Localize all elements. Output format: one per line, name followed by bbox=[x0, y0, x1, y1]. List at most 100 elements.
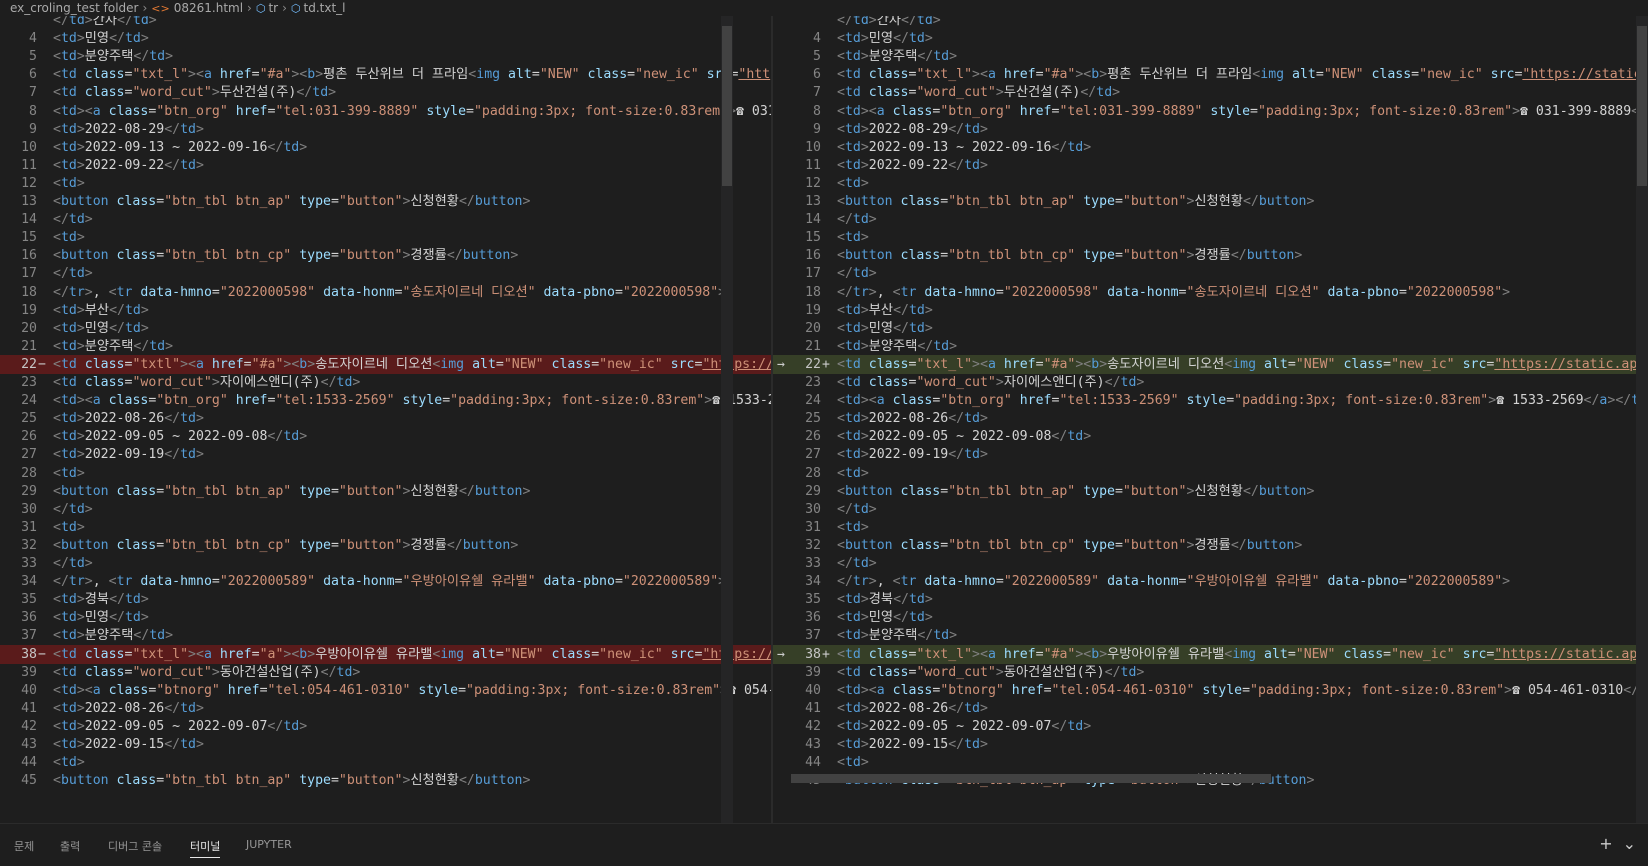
diff-original-editor[interactable]: </td>간자</td> 4 <td>민영</td> 5 <td>분양주택</td> 6 <… bbox=[0, 16, 771, 823]
chevron-down-icon[interactable]: ⌄ bbox=[1623, 834, 1636, 853]
tab-problems[interactable]: 문제 bbox=[14, 838, 34, 854]
code-line[interactable]: 39 <td class="word_cut">동아건설산업(주)</td> bbox=[773, 663, 1648, 682]
code-line[interactable]: </td>간자</td> bbox=[0, 16, 771, 30]
code-line[interactable]: 24 <td><a class="btn_org" href="tel:1533-… bbox=[773, 391, 1648, 410]
scrollbar-thumb[interactable] bbox=[1637, 26, 1647, 186]
tab-output[interactable]: 출력 bbox=[60, 838, 80, 854]
code-line[interactable]: 45<button class="btn_tbl btn_ap" type="b… bbox=[0, 771, 771, 790]
code-line[interactable]: 20 <td>민영</td> bbox=[0, 319, 771, 338]
vertical-scrollbar[interactable] bbox=[1636, 16, 1648, 823]
code-line-removed[interactable]: 38− <td class="txt_l"><a href="a"><b>우방아이… bbox=[0, 644, 771, 664]
code-line[interactable]: 10 <td>2022-09-13 ~ 2022-09-16</td> bbox=[773, 138, 1648, 157]
code-line[interactable]: 10 <td>2022-09-13 ~ 2022-09-16</td> bbox=[0, 138, 771, 157]
code-line[interactable]: 30 </td> bbox=[0, 500, 771, 519]
code-line[interactable]: 12 <td> bbox=[773, 174, 1648, 193]
code-line[interactable]: 25 <td>2022-08-26</td> bbox=[0, 409, 771, 428]
code-line[interactable]: 21 <td>분양주택</td> bbox=[773, 337, 1648, 356]
code-line[interactable]: 40 <td><a class="btnorg" href="tel:054-46… bbox=[0, 681, 771, 700]
code-line-removed[interactable]: 22− <td class="txtl"><a href="#a"><b>송도자이… bbox=[0, 354, 771, 374]
code-line[interactable]: 43 <td>2022-09-15</td> bbox=[0, 735, 771, 754]
code-line[interactable]: 28 <td> bbox=[0, 464, 771, 483]
code-line[interactable]: 14 </td> bbox=[773, 210, 1648, 229]
code-line[interactable]: 11 <td>2022-09-22</td> bbox=[773, 156, 1648, 175]
code-line[interactable]: 23 <td class="word_cut">자이에스앤디(주)</td> bbox=[0, 373, 771, 392]
code-line[interactable]: 21 <td>분양주택</td> bbox=[0, 337, 771, 356]
code-line[interactable]: 8 <td><a class="btn_org" href="tel:031-39… bbox=[0, 102, 771, 121]
code-line[interactable]: 6 <td class="txt_l"><a href="#a"><b>평촌 두산… bbox=[0, 65, 771, 84]
code-line[interactable]: 18 </tr>, <tr data-hmno="2022000598" data… bbox=[773, 283, 1648, 302]
breadcrumb-file[interactable]: 08261.html bbox=[174, 0, 243, 16]
code-line[interactable]: 23 <td class="word_cut">자이에스앤디(주)</td> bbox=[773, 373, 1648, 392]
code-line[interactable]: 15 <td> bbox=[773, 228, 1648, 247]
breadcrumb-td[interactable]: td.txt_l bbox=[304, 0, 346, 16]
code-line[interactable]: 32 <button class="btn_tbl btn_cp" type="b… bbox=[0, 536, 771, 555]
breadcrumb-tr[interactable]: tr bbox=[268, 0, 278, 16]
code-line[interactable]: 44 <td> bbox=[773, 753, 1648, 772]
code-line-added[interactable]: → 38 + <td class="txt_l"><a href="#a"><b>우방… bbox=[773, 644, 1648, 664]
code-line[interactable]: 29 <button class="btn_tbl btn_ap" type="b… bbox=[0, 482, 771, 501]
code-line[interactable]: 39 <td class="word_cut">동아건설산업(주)</td> bbox=[0, 663, 771, 682]
code-line[interactable]: 18 </tr>, <tr data-hmno="2022000598" data… bbox=[0, 283, 771, 302]
code-line[interactable]: 9 <td>2022-08-29</td> bbox=[773, 120, 1648, 139]
code-line[interactable]: 27 <td>2022-09-19</td> bbox=[773, 445, 1648, 464]
code-line[interactable]: 16 <button class="btn_tbl btn_cp" type="b… bbox=[0, 246, 771, 265]
code-line[interactable]: 5 <td>분양주택</td> bbox=[0, 47, 771, 66]
horizontal-scrollbar[interactable] bbox=[791, 774, 1271, 783]
code-line[interactable]: 44 <td> bbox=[0, 753, 771, 772]
code-line[interactable]: 6 <td class="txt_l"><a href="#a"><b>평촌 두산… bbox=[773, 65, 1648, 84]
tab-jupyter[interactable]: JUPYTER bbox=[246, 838, 292, 851]
add-terminal-icon[interactable]: + bbox=[1599, 834, 1612, 853]
code-line[interactable]: 43 <td>2022-09-15</td> bbox=[773, 735, 1648, 754]
code-line[interactable]: 13 <button class="btn_tbl btn_ap" type="b… bbox=[773, 192, 1648, 211]
code-line[interactable]: 30 </td> bbox=[773, 500, 1648, 519]
breadcrumb-folder[interactable]: ex_croling_test folder bbox=[0, 0, 138, 16]
code-line[interactable]: 35 <td>경북</td> bbox=[0, 590, 771, 609]
code-line[interactable]: 26 <td>2022-09-05 ~ 2022-09-08</td> bbox=[0, 427, 771, 446]
code-line[interactable]: 42 <td>2022-09-05 ~ 2022-09-07</td> bbox=[0, 717, 771, 736]
code-line[interactable]: 29 <button class="btn_tbl btn_ap" type="b… bbox=[773, 482, 1648, 501]
code-line[interactable]: 8 <td><a class="btn_org" href="tel:031-39… bbox=[773, 102, 1648, 121]
code-line[interactable]: 37 <td>분양주택</td> bbox=[773, 626, 1648, 645]
tab-debug-console[interactable]: 디버그 콘솔 bbox=[108, 838, 162, 854]
code-line[interactable]: 4 <td>민영</td> bbox=[0, 29, 771, 48]
code-line[interactable]: 19 <td>부산</td> bbox=[0, 301, 771, 320]
vertical-scrollbar[interactable] bbox=[721, 16, 733, 823]
code-line[interactable]: 11 <td>2022-09-22</td> bbox=[0, 156, 771, 175]
code-line[interactable]: 33 </td> bbox=[773, 554, 1648, 573]
code-line[interactable]: 15 <td> bbox=[0, 228, 771, 247]
code-line[interactable]: 17 </td> bbox=[0, 264, 771, 283]
code-line[interactable]: 13 <button class="btn_tbl btn_ap" type="b… bbox=[0, 192, 771, 211]
scrollbar-thumb[interactable] bbox=[722, 26, 732, 186]
code-line[interactable]: 34 </tr>, <tr data-hmno="2022000589" data… bbox=[773, 572, 1648, 591]
code-line[interactable]: 17 </td> bbox=[773, 264, 1648, 283]
code-line-added[interactable]: → 22 + <td class="txt_l"><a href="#a"><b>송도… bbox=[773, 354, 1648, 374]
code-line[interactable]: 34 </tr>, <tr data-hmno="2022000589" data… bbox=[0, 572, 771, 591]
tab-terminal[interactable]: 터미널 bbox=[190, 838, 221, 858]
code-line[interactable]: 16 <button class="btn_tbl btn_cp" type="b… bbox=[773, 246, 1648, 265]
code-line[interactable]: 25 <td>2022-08-26</td> bbox=[773, 409, 1648, 428]
code-line[interactable]: 36 <td>민영</td> bbox=[0, 608, 771, 627]
code-line[interactable]: 33 </td> bbox=[0, 554, 771, 573]
code-line[interactable]: 19 <td>부산</td> bbox=[773, 301, 1648, 320]
code-line[interactable]: 9 <td>2022-08-29</td> bbox=[0, 120, 771, 139]
code-line[interactable]: 36 <td>민영</td> bbox=[773, 608, 1648, 627]
code-line[interactable]: 4 <td>민영</td> bbox=[773, 29, 1648, 48]
code-line[interactable]: 31 <td> bbox=[773, 518, 1648, 537]
code-line[interactable]: 24 <td><a class="btn_org" href="tel:1533-… bbox=[0, 391, 771, 410]
diff-modified-editor[interactable]: </td>간자</td> 4 <td>민영</td> 5 <td>분양주택</td> 6 <… bbox=[773, 16, 1648, 823]
code-line[interactable]: 7 <td class="word_cut">두산건설(주)</td> bbox=[773, 83, 1648, 102]
code-line[interactable]: 35 <td>경북</td> bbox=[773, 590, 1648, 609]
code-line[interactable]: 26 <td>2022-09-05 ~ 2022-09-08</td> bbox=[773, 427, 1648, 446]
code-line[interactable]: 27 <td>2022-09-19</td> bbox=[0, 445, 771, 464]
code-line[interactable]: 37 <td>분양주택</td> bbox=[0, 626, 771, 645]
code-line[interactable]: 32 <button class="btn_tbl btn_cp" type="b… bbox=[773, 536, 1648, 555]
code-line[interactable]: </td>간자</td> bbox=[773, 16, 1648, 30]
code-line[interactable]: 14 </td> bbox=[0, 210, 771, 229]
code-line[interactable]: 5 <td>분양주택</td> bbox=[773, 47, 1648, 66]
code-line[interactable]: 12 <td> bbox=[0, 174, 771, 193]
code-line[interactable]: 40 <td><a class="btnorg" href="tel:054-46… bbox=[773, 681, 1648, 700]
code-line[interactable]: 31 <td> bbox=[0, 518, 771, 537]
code-line[interactable]: 41 <td>2022-08-26</td> bbox=[773, 699, 1648, 718]
code-line[interactable]: 7 <td class="word_cut">두산건설(주)</td> bbox=[0, 83, 771, 102]
code-line[interactable]: 42 <td>2022-09-05 ~ 2022-09-07</td> bbox=[773, 717, 1648, 736]
